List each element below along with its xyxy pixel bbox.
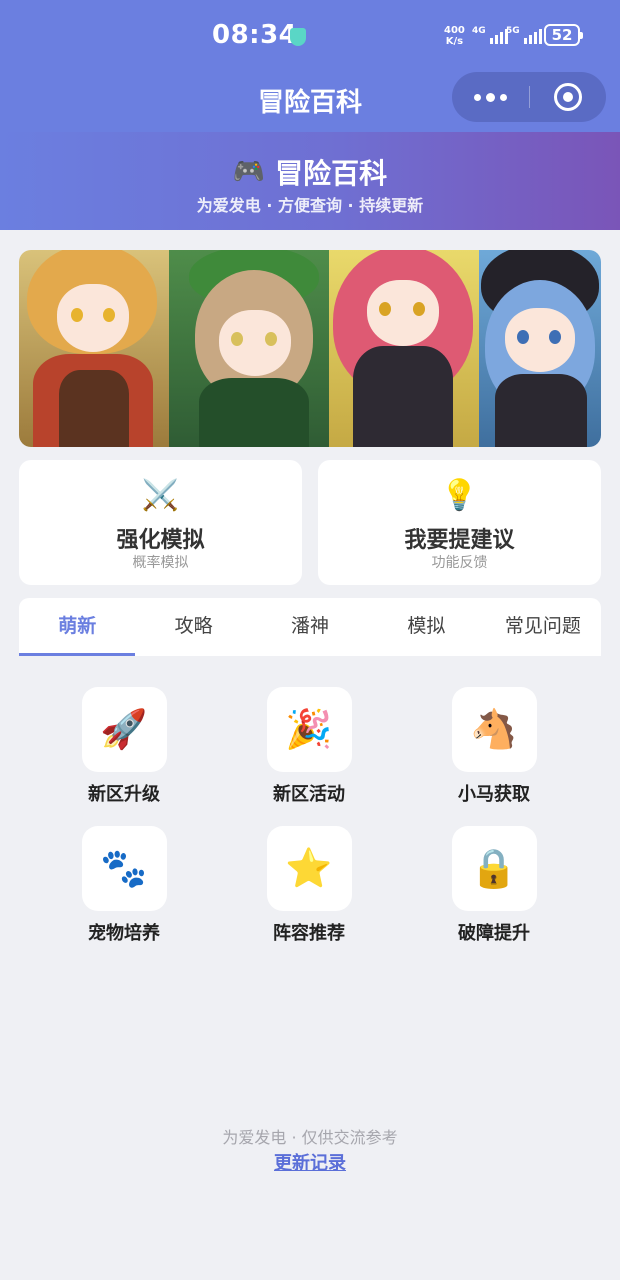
tab-pan-god[interactable]: 潘神 — [252, 598, 368, 656]
party-popper-icon: 🎉 — [266, 687, 352, 772]
card-title: 强化模拟 — [116, 528, 205, 553]
category-tabs: 萌新 攻略 潘神 模拟 常见问题 — [19, 598, 601, 656]
more-button[interactable] — [452, 72, 529, 122]
mini-program-capsule — [452, 72, 606, 122]
character-image-4 — [479, 250, 601, 447]
character-image-2 — [169, 250, 329, 447]
hero-subtitle: 为爱发电 · 方便查询 · 持续更新 — [196, 196, 424, 215]
card-subtitle: 概率模拟 — [132, 555, 189, 571]
lock-icon: 🔒 — [451, 826, 537, 911]
suggestion-card[interactable]: 💡 我要提建议 功能反馈 — [318, 460, 601, 585]
card-subtitle: 功能反馈 — [431, 555, 488, 571]
tab-newbie[interactable]: 萌新 — [19, 598, 136, 656]
character-image-1 — [19, 250, 169, 447]
grid-item-label: 破障提升 — [458, 923, 530, 944]
changelog-link[interactable]: 更新记录 — [0, 1149, 620, 1175]
rocket-icon: 🚀 — [81, 687, 167, 772]
shield-icon — [290, 28, 306, 46]
hero-header: 🎮 冒险百科 为爱发电 · 方便查询 · 持续更新 — [0, 132, 620, 230]
grid-item-label: 新区活动 — [273, 784, 345, 805]
star-icon: ⭐ — [266, 826, 352, 911]
hero-title-text: 冒险百科 — [275, 157, 388, 190]
grid-item-new-server-events[interactable]: 🎉 新区活动 — [239, 687, 379, 806]
network-speed: 400 K/s — [444, 25, 465, 47]
signal-4g-icon: 4G — [472, 26, 508, 44]
grid-item-label: 阵容推荐 — [273, 923, 345, 944]
battery-icon: 52 — [544, 24, 583, 46]
grid-item-lineup-recommend[interactable]: ⭐ 阵容推荐 — [239, 826, 379, 945]
network-speed-unit: K/s — [445, 36, 464, 47]
grid-item-label: 宠物培养 — [88, 923, 160, 944]
crossed-swords-icon: ⚔️ — [141, 478, 180, 513]
gamepad-icon: 🎮 — [232, 157, 266, 187]
footer-note: 为爱发电 · 仅供交流参考 — [222, 1128, 398, 1147]
signal-4g-label: 4G — [472, 26, 486, 36]
tab-faq[interactable]: 常见问题 — [485, 598, 601, 656]
character-banner[interactable] — [19, 250, 601, 447]
light-bulb-icon: 💡 — [440, 478, 479, 513]
tab-simulation[interactable]: 模拟 — [368, 598, 484, 656]
horse-icon: 🐴 — [451, 687, 537, 772]
signal-5g-label: 5G — [506, 26, 520, 36]
card-title: 我要提建议 — [404, 528, 515, 553]
grid-item-pony-acquisition[interactable]: 🐴 小马获取 — [424, 687, 564, 806]
grid-item-label: 小马获取 — [458, 784, 530, 805]
grid-item-new-server-leveling[interactable]: 🚀 新区升级 — [54, 687, 194, 806]
signal-5g-icon: 5G — [506, 26, 542, 44]
status-time: 08:34 — [212, 20, 298, 50]
status-bar: 08:34 400 K/s 4G 5G 52 — [0, 0, 620, 72]
paw-prints-icon: 🐾 — [81, 826, 167, 911]
grid-item-label: 新区升级 — [88, 784, 160, 805]
hero-title: 🎮 冒险百科 — [0, 152, 620, 192]
more-dots-icon — [474, 93, 481, 101]
network-speed-value: 400 — [444, 25, 465, 36]
grid-item-pet-training[interactable]: 🐾 宠物培养 — [54, 826, 194, 945]
close-button[interactable] — [529, 72, 606, 122]
character-image-3 — [329, 250, 479, 447]
enhance-simulation-card[interactable]: ⚔️ 强化模拟 概率模拟 — [19, 460, 302, 585]
target-icon — [553, 83, 582, 111]
tab-guides[interactable]: 攻略 — [135, 598, 251, 656]
grid-item-breakthrough-upgrade[interactable]: 🔒 破障提升 — [424, 826, 564, 945]
